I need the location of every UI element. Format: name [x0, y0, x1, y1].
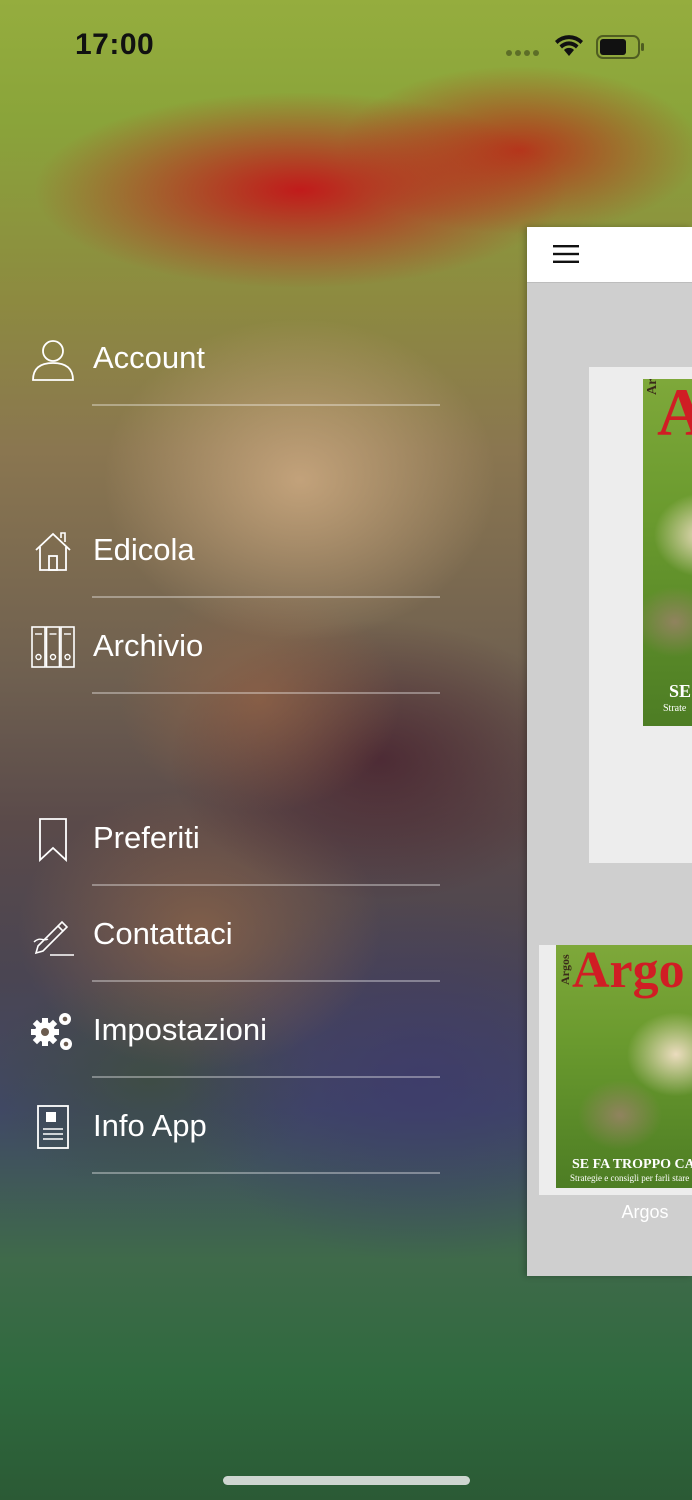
home-icon — [35, 532, 71, 571]
archive-binders-icon — [31, 626, 75, 668]
wifi-icon — [555, 35, 583, 56]
bookmark-icon — [39, 818, 67, 862]
cover-headline: SE FA TROPPO CA — [572, 1157, 692, 1172]
user-icon — [32, 340, 74, 381]
menu-item-label: Archivio — [93, 628, 204, 663]
content-panel[interactable]: Argos A SE Strate Argos Argo SE FA TROPP… — [527, 227, 692, 1276]
magazine-thumbnail-image: Argos Argo SE FA TROPPO CA Strategie e c… — [556, 945, 692, 1188]
magazine-cover-image: Argos A SE Strate — [643, 379, 692, 726]
navigation-bar — [527, 227, 692, 283]
menu-item-label: Edicola — [93, 532, 195, 567]
document-info-icon — [37, 1105, 69, 1149]
signature-pen-icon — [33, 920, 74, 956]
cover-headline: SE — [669, 681, 692, 701]
cover-subline: Strategie e consigli per farli stare — [570, 1173, 690, 1183]
menu-item-archivio[interactable]: Archivio — [0, 598, 440, 694]
gears-icon — [31, 1013, 72, 1050]
menu-separator — [92, 692, 440, 694]
menu-item-label: Info App — [93, 1108, 207, 1143]
cellular-signal-icon — [506, 50, 539, 56]
status-time: 17:00 — [75, 28, 155, 61]
cover-masthead: A — [657, 379, 692, 450]
home-indicator[interactable] — [223, 1476, 470, 1485]
menu-item-account[interactable]: Account — [0, 310, 440, 406]
menu-item-label: Preferiti — [93, 820, 200, 855]
cover-masthead: Argo — [572, 945, 685, 999]
menu-item-label: Impostazioni — [93, 1012, 268, 1047]
featured-issue-card[interactable]: Argos A SE Strate — [589, 367, 692, 863]
menu-item-info-app[interactable]: Info App — [0, 1078, 440, 1174]
menu-item-contattaci[interactable]: Contattaci — [0, 886, 440, 982]
menu-separator — [92, 404, 440, 406]
cover-subline: Strate — [663, 703, 687, 714]
cover-brand: Argos — [558, 954, 572, 985]
menu-item-impostazioni[interactable]: Impostazioni — [0, 982, 440, 1078]
hamburger-menu-icon[interactable] — [553, 245, 579, 263]
menu-item-preferiti[interactable]: Preferiti — [0, 790, 440, 886]
menu-separator — [92, 1172, 440, 1174]
status-bar: 17:00 — [0, 0, 692, 95]
menu-item-label: Contattaci — [93, 916, 233, 951]
issue-thumbnail-card[interactable]: Argos Argo SE FA TROPPO CA Strategie e c… — [539, 945, 692, 1195]
issue-title: Argos — [621, 1202, 669, 1222]
menu-item-label: Account — [93, 340, 206, 375]
battery-icon — [596, 35, 644, 59]
menu-item-edicola[interactable]: Edicola — [0, 502, 440, 598]
